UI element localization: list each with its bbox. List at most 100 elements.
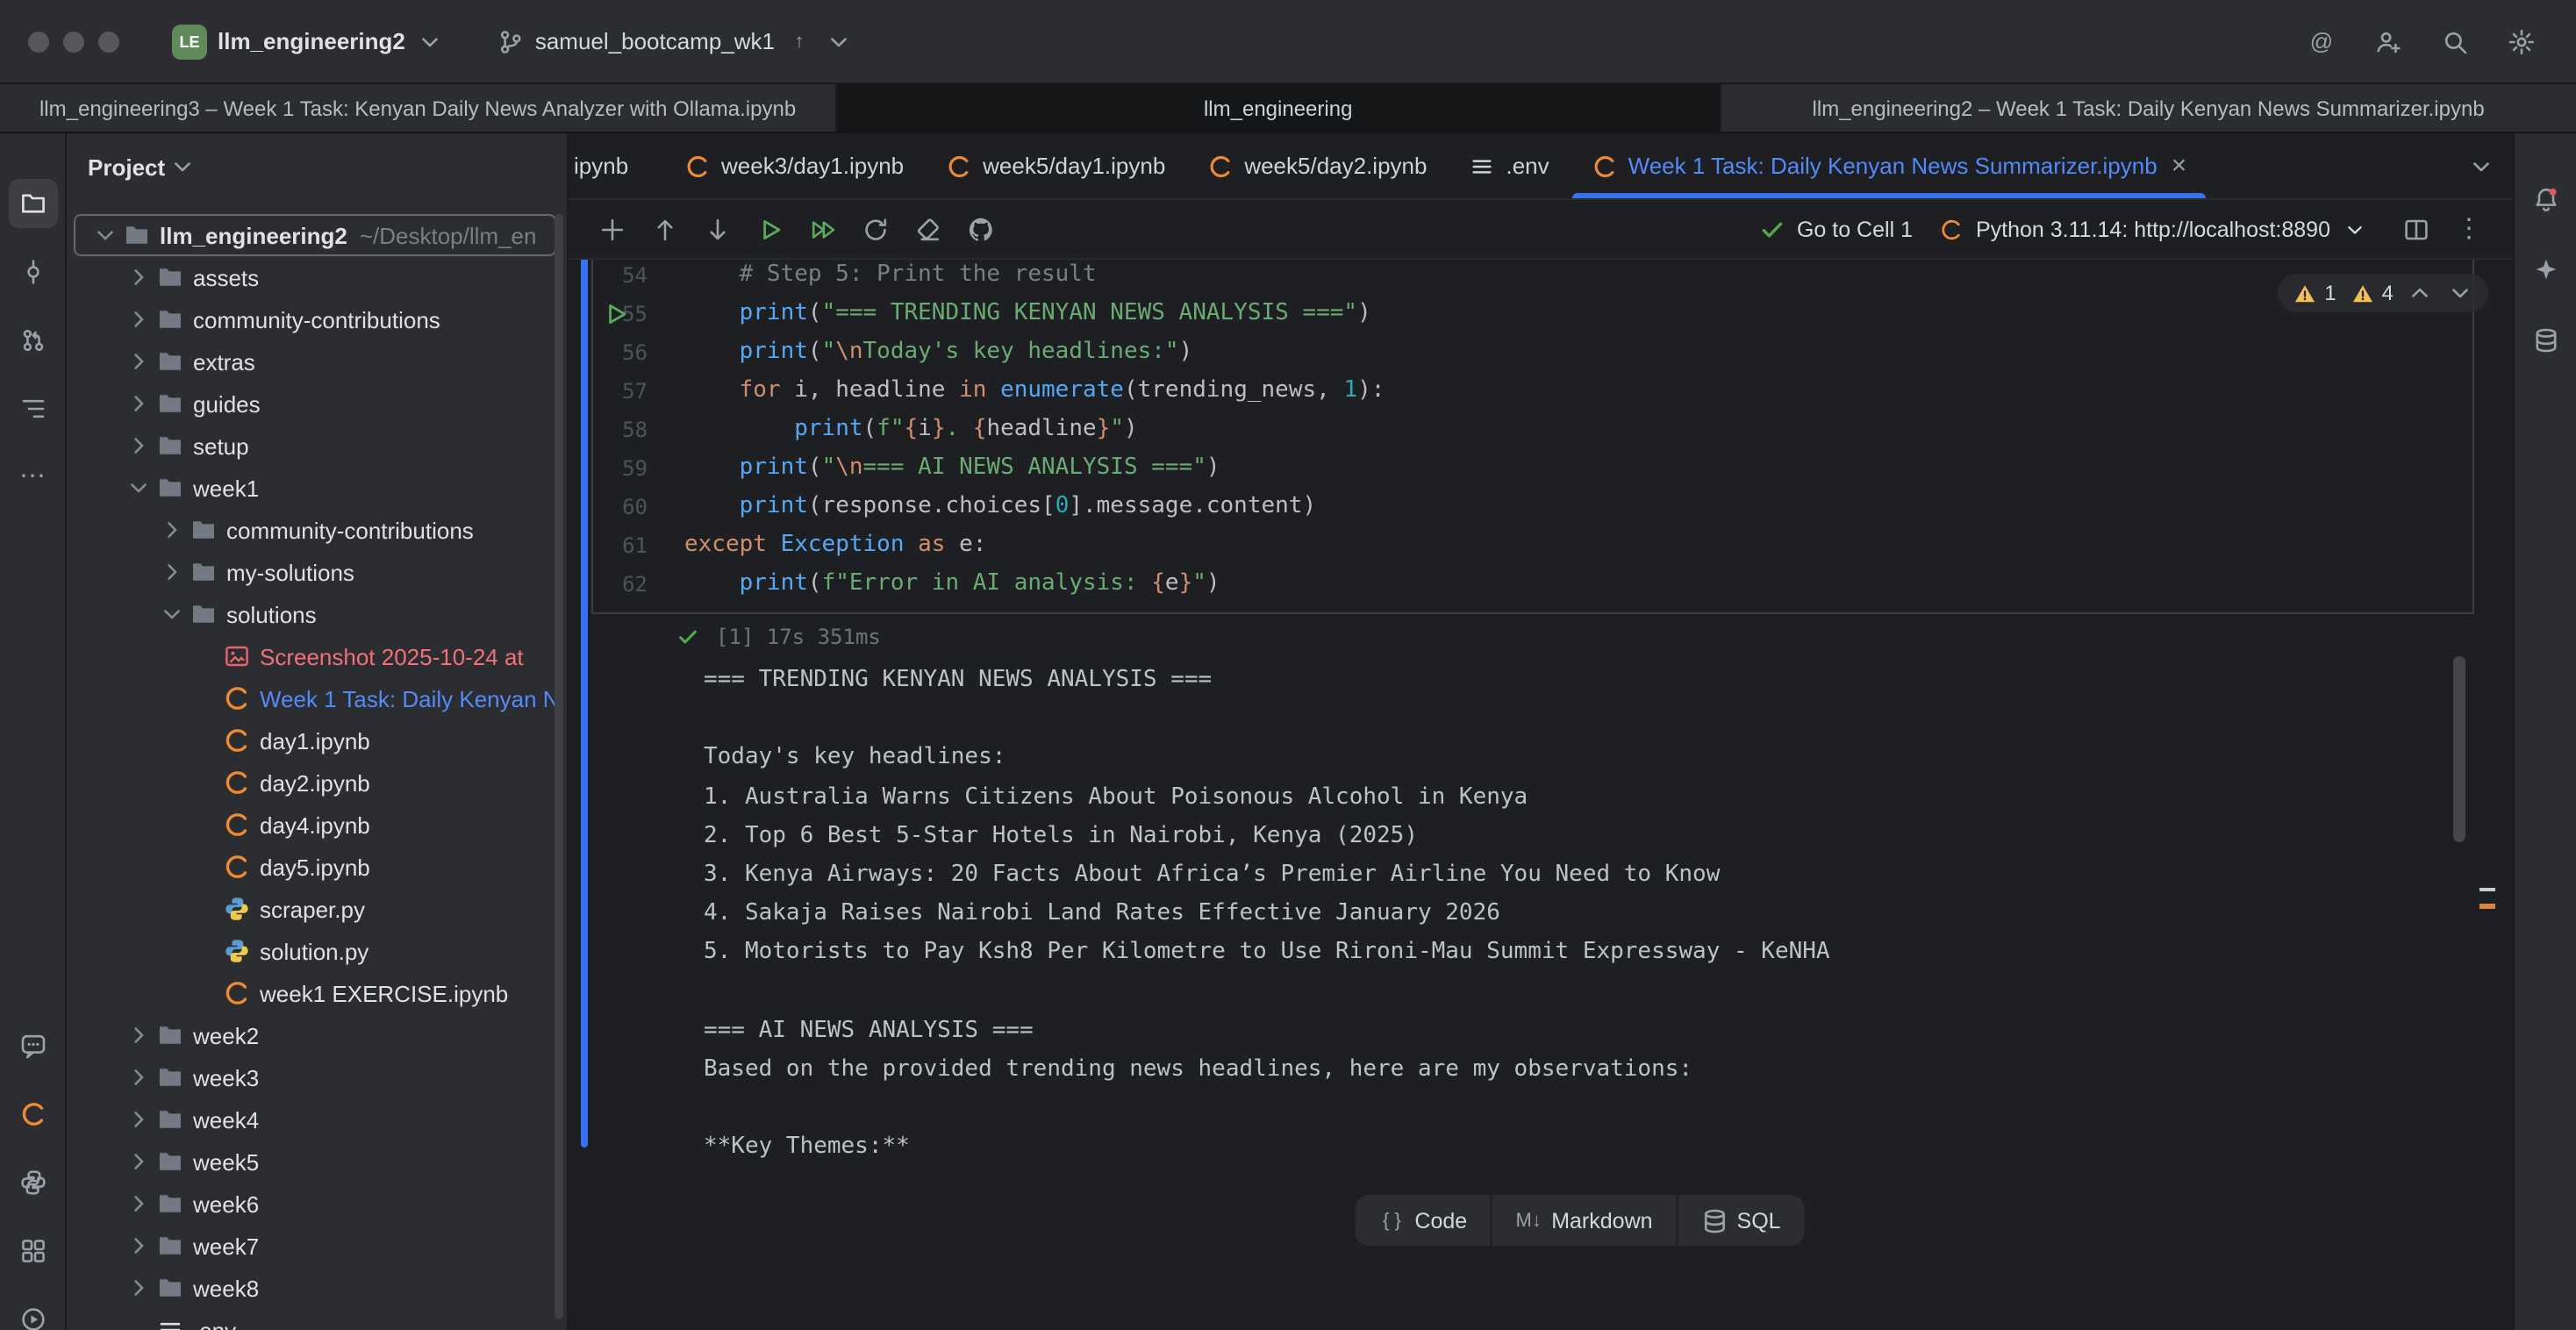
notifications-button[interactable] xyxy=(2521,175,2570,225)
tree-item[interactable]: community-contributions xyxy=(74,298,556,340)
run-line-icon[interactable] xyxy=(602,300,630,328)
tree-item[interactable]: Screenshot 2025-10-24 at xyxy=(74,635,556,677)
tree-item[interactable]: week7 xyxy=(74,1225,556,1267)
tree-item[interactable]: assets xyxy=(74,256,556,298)
editor-tab[interactable]: week3/day1.ipynb xyxy=(663,133,925,198)
editor-tab[interactable]: week5/day2.ipynb xyxy=(1186,133,1448,198)
goto-cell-button[interactable]: Go to Cell 1 xyxy=(1758,215,1913,243)
more-vertical-button[interactable]: ⋮ xyxy=(2446,208,2492,250)
clear-outputs-button[interactable] xyxy=(905,208,951,250)
python-console-button[interactable] xyxy=(8,1158,57,1207)
chevron-down-icon[interactable] xyxy=(91,221,119,249)
editor-scrollbar[interactable] xyxy=(2453,656,2465,842)
project-button[interactable] xyxy=(8,179,57,228)
chevron-right-icon[interactable] xyxy=(125,263,153,291)
window-tab[interactable]: llm_engineering2 – Week 1 Task: Daily Ke… xyxy=(1721,84,2576,132)
close-window-button[interactable] xyxy=(28,31,49,52)
tree-item[interactable]: guides xyxy=(74,383,556,425)
chevron-right-icon[interactable] xyxy=(125,1232,153,1260)
tree-item[interactable]: day2.ipynb xyxy=(74,762,556,804)
add-cell-button[interactable] xyxy=(590,208,635,250)
ai-assistant-star-button[interactable] xyxy=(2521,246,2570,295)
mention-button[interactable]: @ xyxy=(2295,15,2348,68)
tree-item[interactable]: week5 xyxy=(74,1141,556,1183)
chevron-right-icon[interactable] xyxy=(125,1105,153,1133)
jupyter-button[interactable] xyxy=(8,1090,57,1139)
code-line[interactable]: 57 for i, headline in enumerate(trending… xyxy=(593,372,2472,411)
tree-item[interactable]: solutions xyxy=(74,593,556,635)
services-button[interactable] xyxy=(8,1226,57,1276)
run-all-button[interactable] xyxy=(800,208,846,250)
tree-item[interactable]: solution.py xyxy=(74,930,556,972)
minimize-window-button[interactable] xyxy=(63,31,84,52)
tree-item[interactable]: week6 xyxy=(74,1183,556,1225)
restart-kernel-button[interactable] xyxy=(853,208,898,250)
chevron-right-icon[interactable] xyxy=(125,1063,153,1091)
next-problem-button[interactable] xyxy=(2446,279,2474,307)
zoom-window-button[interactable] xyxy=(98,31,119,52)
code-line[interactable]: 55 print("=== TRENDING KENYAN NEWS ANALY… xyxy=(593,295,2472,333)
branch-widget[interactable]: samuel_bootcamp_wk1 ↑ xyxy=(483,20,866,62)
code-cell[interactable]: 54 # Step 5: Print the result55 print("=… xyxy=(591,249,2474,614)
chevron-right-icon[interactable] xyxy=(125,1190,153,1218)
chevron-right-icon[interactable] xyxy=(125,1274,153,1302)
cell-type-sql-button[interactable]: SQL xyxy=(1676,1195,1804,1246)
chevron-right-icon[interactable] xyxy=(125,1148,153,1176)
tree-item[interactable]: week1 xyxy=(74,467,556,509)
tree-item[interactable]: Week 1 Task: Daily Kenyan News Summarize… xyxy=(74,677,556,719)
chevron-down-icon[interactable] xyxy=(125,474,153,502)
code-line[interactable]: 62 print(f"Error in AI analysis: {e}") xyxy=(593,565,2472,604)
code-line[interactable]: 59 print("\n=== AI NEWS ANALYSIS ===") xyxy=(593,449,2472,488)
chevron-right-icon[interactable] xyxy=(125,390,153,418)
editor-tab[interactable]: .env xyxy=(1448,133,1570,198)
tree-item[interactable]: my-solutions xyxy=(74,551,556,593)
chevron-down-icon[interactable] xyxy=(158,600,186,628)
window-tab[interactable]: llm_engineering3 – Week 1 Task: Kenyan D… xyxy=(0,84,837,132)
search-button[interactable] xyxy=(2429,15,2481,68)
structure-button[interactable] xyxy=(8,384,57,433)
project-scrollbar[interactable] xyxy=(555,214,563,1319)
chevron-right-icon[interactable] xyxy=(125,1021,153,1049)
code-line[interactable]: 56 print("\nToday's key headlines:") xyxy=(593,333,2472,372)
collaborate-button[interactable] xyxy=(2362,15,2415,68)
database-button[interactable] xyxy=(2521,316,2570,365)
code-line[interactable]: 54 # Step 5: Print the result xyxy=(593,256,2472,295)
split-cell-button[interactable] xyxy=(2394,208,2439,250)
ai-chat-button[interactable] xyxy=(8,1021,57,1070)
move-down-button[interactable] xyxy=(695,208,741,250)
move-up-button[interactable] xyxy=(642,208,688,250)
tree-item[interactable]: scraper.py xyxy=(74,888,556,930)
tree-item[interactable]: week3 xyxy=(74,1056,556,1098)
tabs-overflow-button[interactable] xyxy=(2460,145,2502,187)
tree-item[interactable]: llm_engineering2~/Desktop/llm_en xyxy=(74,214,556,256)
tree-item[interactable]: week4 xyxy=(74,1098,556,1141)
tree-item[interactable]: week8 xyxy=(74,1267,556,1309)
project-widget[interactable]: LE llm_engineering2 xyxy=(158,17,458,66)
tree-item[interactable]: week1 EXERCISE.ipynb xyxy=(74,972,556,1014)
run-button[interactable] xyxy=(8,1295,57,1330)
chevron-right-icon[interactable] xyxy=(158,558,186,586)
chevron-right-icon[interactable] xyxy=(125,432,153,460)
inspections-widget[interactable]: 14 xyxy=(2277,274,2488,312)
editor-tab[interactable]: week5/day1.ipynb xyxy=(925,133,1186,198)
cell-type-markdown-button[interactable]: M↓Markdown xyxy=(1490,1195,1675,1246)
tree-item[interactable]: extras xyxy=(74,340,556,383)
kernel-selector[interactable]: Python 3.11.14: http://localhost:8890 xyxy=(1937,215,2369,243)
tree-item[interactable]: day4.ipynb xyxy=(74,804,556,846)
warning-badge[interactable]: 4 xyxy=(2349,279,2394,307)
github-button[interactable] xyxy=(958,208,1004,250)
editor-tab[interactable]: ipynb xyxy=(569,133,663,198)
tree-item[interactable]: setup xyxy=(74,425,556,467)
cell-type-code-button[interactable]: { }Code xyxy=(1355,1195,1490,1246)
code-line[interactable]: 60 print(response.choices[0].message.con… xyxy=(593,488,2472,526)
run-cell-button[interactable] xyxy=(748,208,793,250)
chevron-right-icon[interactable] xyxy=(125,305,153,333)
tree-item[interactable]: day5.ipynb xyxy=(74,846,556,888)
code-line[interactable]: 58 print(f"{i}. {headline}") xyxy=(593,411,2472,449)
settings-button[interactable] xyxy=(2495,15,2548,68)
close-tab-icon[interactable]: × xyxy=(2172,153,2187,179)
warning-badge[interactable]: 1 xyxy=(2291,279,2336,307)
window-tab[interactable]: llm_engineering xyxy=(837,84,1721,132)
editor-tab[interactable]: Week 1 Task: Daily Kenyan News Summarize… xyxy=(1571,133,2208,198)
tree-item[interactable]: .env xyxy=(74,1309,556,1330)
